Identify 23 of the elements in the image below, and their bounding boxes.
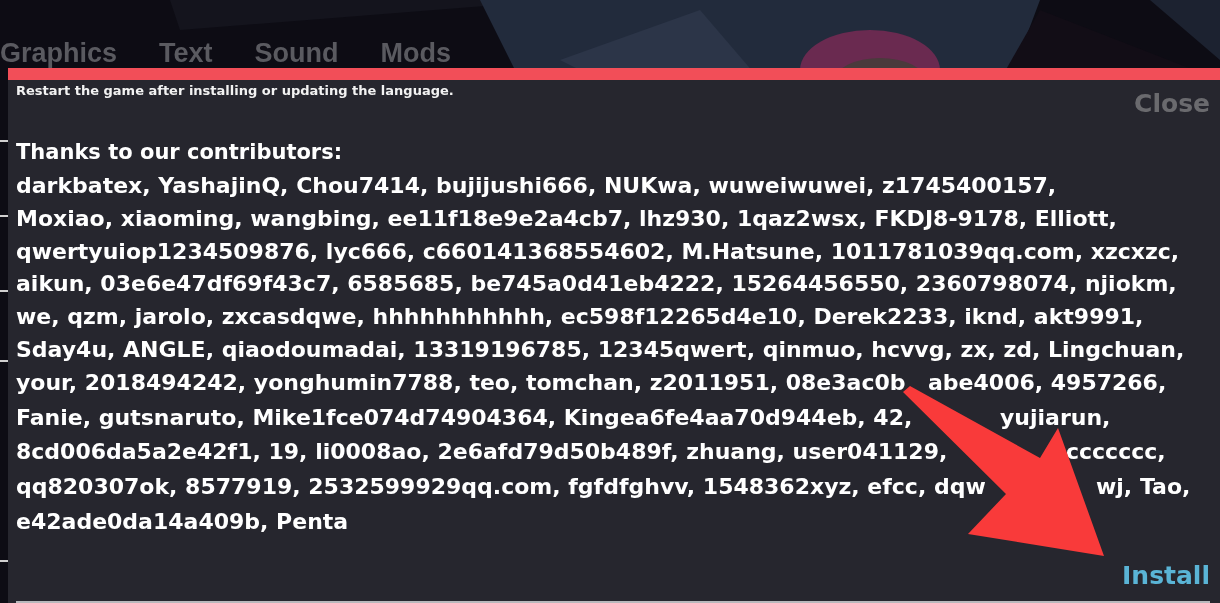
contributor-names: your, 2018494242, yonghumin7788, teo, tomchan, z2011951, 08e3ac0b <box>16 369 906 395</box>
contributor-names: 8cd006da5a2e42f1, 19, li0008ao, 2e6afd79d50b489f, zhuang, user041129, <box>16 439 948 465</box>
contributor-names: aikun, 03e6e47df69f43c7, 6585685, be745a0d41eb4222, 15264456550, 2360798074, njiokm, <box>16 270 1177 299</box>
contributor-names: abe4006, 4957266, <box>928 368 1167 397</box>
contributor-names: Fanie, gutsnaruto, Mike1fce074d74904364, Kingea6fe4aa70d944eb, 42, <box>16 404 913 430</box>
contributor-names: yujiarun, <box>1000 403 1111 432</box>
contributors-heading: Thanks to our contributors: <box>16 139 344 166</box>
contributor-names: qq820307ok, 8577919, 2532599929qq.com, fgfdfghvv, 1548362xyz, efcc, dqw <box>16 474 986 500</box>
menu-tab[interactable]: Graphics <box>0 40 118 68</box>
close-button[interactable]: Close <box>1134 89 1210 118</box>
menu-tab[interactable]: Sound <box>254 40 339 68</box>
menu-tab[interactable]: Mods <box>380 40 452 68</box>
contributor-names: wj, Tao, <box>1096 473 1191 502</box>
restart-notice: Restart the game after installing or updating the language. <box>16 83 454 98</box>
contributor-names: ccccccc, <box>1066 438 1166 467</box>
contributor-names: qwertyuiop1234509876, lyc666, c660141368554602, M.Hatsune, 1011781039qq.com, xzcxzc, <box>16 237 1180 266</box>
contributor-names: darkbatex, YashajinQ, Chou7414, bujijushi666, NUKwa, wuweiwuwei, z1745400157, <box>16 172 1057 200</box>
contributor-names: e42ade0da14a409b, Penta <box>16 507 349 536</box>
contributor-names: Sday4u, ANGLE, qiaodoumadai, 13319196785, 12345qwert, qinmuo, hcvvg, zx, zd, Lingchuan, <box>16 336 1185 364</box>
menu-tab[interactable]: Text <box>159 40 213 68</box>
contributor-names: we, qzm, jarolo, zxcasdqwe, hhhhhhhhhhh, ec598f12265d4e10, Derek2233, iknd, akt9991, <box>16 303 1144 332</box>
contributor-names: Moxiao, xiaoming, wangbing, ee11f18e9e2a4cb7, lhz930, 1qaz2wsx, FKDJ8-9178, Elliott, <box>16 204 1117 233</box>
install-button[interactable]: Install <box>1122 561 1210 590</box>
